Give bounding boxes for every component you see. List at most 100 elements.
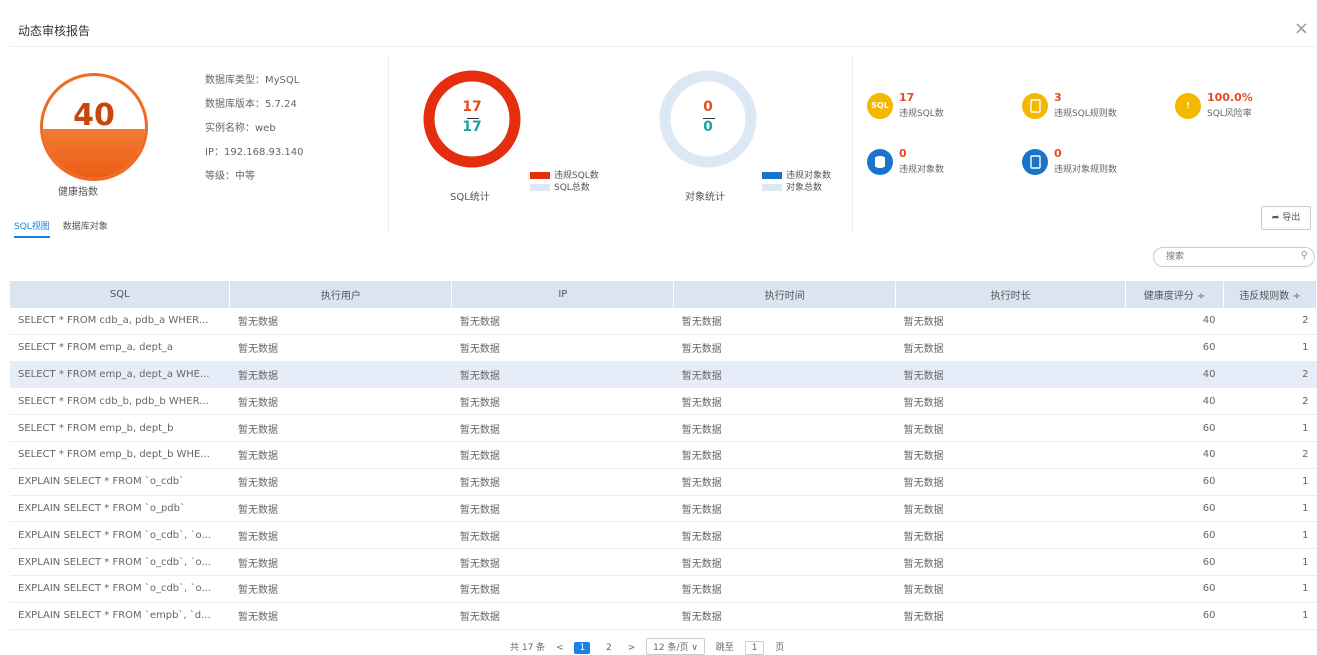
- cell-health-score: 40: [1125, 308, 1224, 335]
- cell-ip: 暂无数据: [451, 602, 674, 630]
- cell-sql: EXPLAIN SELECT * FROM `o_cdb`, `o...: [10, 521, 230, 550]
- table-row[interactable]: SELECT * FROM emp_b, dept_b WHE... 暂无数据 暂无…: [10, 441, 1317, 469]
- stat-value: 3: [1054, 91, 1062, 104]
- sql-violation-count: 17: [462, 99, 482, 115]
- cell-health-score: 40: [1125, 387, 1224, 416]
- legend-total-object: 对象总数: [786, 183, 823, 193]
- warning-icon: !: [1175, 93, 1201, 119]
- sql-legend: 违规SQL数 SQL总数: [530, 170, 599, 194]
- object-ring: 0 0: [658, 69, 758, 169]
- db-ip: IP：192.168.93.140: [205, 147, 304, 158]
- stat-violation-objects: 0 违规对象数: [867, 145, 1017, 185]
- cell-health-score: 60: [1125, 495, 1224, 523]
- health-score: 40: [73, 98, 115, 133]
- stat-label: 违规对象数: [899, 165, 945, 175]
- database-icon: [867, 149, 893, 175]
- cell-exec-time: 暂无数据: [673, 575, 896, 603]
- search-icon[interactable]: ⚲: [1301, 250, 1308, 261]
- stat-value: 17: [899, 91, 915, 104]
- health-label: 健康指数: [58, 187, 98, 198]
- table-row[interactable]: SELECT * FROM emp_a, dept_a 暂无数据 暂无数据 暂无数据暂…: [10, 334, 1317, 362]
- table-row[interactable]: EXPLAIN SELECT * FROM `o_cdb`, `o... 暂无数据…: [10, 548, 1317, 576]
- column-header-exec-time[interactable]: 执行时间: [673, 281, 897, 308]
- cell-sql: SELECT * FROM emp_b, dept_b: [10, 414, 230, 442]
- column-header-ip[interactable]: IP: [451, 281, 675, 308]
- page-2-button[interactable]: 2: [601, 642, 617, 654]
- db-level: 等级：中等: [205, 171, 255, 182]
- sql-ring-caption: SQL统计: [450, 192, 490, 203]
- audit-report-dialog: 动态审核报告 × 40 健康指数 数据库类型：MySQL 数据库版本：5.7.2…: [10, 10, 1317, 655]
- dialog-title: 动态审核报告: [18, 24, 91, 38]
- table-row[interactable]: SELECT * FROM cdb_b, pdb_b WHER... 暂无数据 暂无…: [10, 387, 1317, 416]
- cell-duration: 暂无数据: [895, 441, 1126, 469]
- cell-ip: 暂无数据: [451, 575, 674, 603]
- legend-swatch: [530, 172, 550, 179]
- cell-user: 暂无数据: [229, 495, 452, 523]
- tab-sql-view[interactable]: SQL视图: [14, 217, 50, 238]
- jump-page-input[interactable]: 1: [744, 641, 765, 655]
- total-count: 共 17 条: [510, 643, 546, 653]
- column-header-user[interactable]: 执行用户: [229, 281, 453, 308]
- cell-duration: 暂无数据: [895, 308, 1126, 335]
- health-wave: [43, 129, 145, 178]
- column-header-sql[interactable]: SQL: [10, 281, 231, 308]
- cell-health-score: 60: [1125, 521, 1224, 550]
- cell-duration: 暂无数据: [895, 495, 1126, 523]
- next-page-button[interactable]: >: [628, 643, 636, 653]
- table-row[interactable]: EXPLAIN SELECT * FROM `empb`, `d... 暂无数据暂…: [10, 602, 1317, 630]
- cell-ip: 暂无数据: [451, 414, 674, 442]
- cell-user: 暂无数据: [229, 361, 452, 389]
- cell-ip: 暂无数据: [451, 548, 674, 576]
- cell-violation-count: 2: [1223, 308, 1317, 335]
- cell-ip: 暂无数据: [451, 441, 674, 469]
- stat-violation-sql-rules: 3 违规SQL规则数: [1022, 89, 1172, 129]
- table-row[interactable]: EXPLAIN SELECT * FROM `o_cdb`, `o... 暂无数据…: [10, 575, 1317, 603]
- stat-violation-object-rules: 0 违规对象规则数: [1022, 145, 1172, 185]
- cell-user: 暂无数据: [229, 602, 452, 630]
- legend-total-sql: SQL总数: [554, 183, 590, 193]
- legend-swatch: [762, 184, 782, 191]
- column-header-health-score[interactable]: 健康度评分 ÷: [1125, 281, 1224, 308]
- jump-label: 跳至: [715, 643, 734, 653]
- cell-exec-time: 暂无数据: [673, 602, 896, 630]
- view-tabs: SQL视图 数据库对象: [14, 217, 118, 238]
- table-row[interactable]: EXPLAIN SELECT * FROM `o_pdb` 暂无数据 暂无数据 暂无数…: [10, 495, 1317, 523]
- search-input[interactable]: [1164, 248, 1288, 266]
- cell-sql: SELECT * FROM cdb_a, pdb_a WHER...: [10, 308, 230, 335]
- cell-violation-count: 1: [1223, 468, 1317, 496]
- cell-sql: EXPLAIN SELECT * FROM `o_cdb`: [10, 468, 230, 496]
- object-violation-count: 0: [703, 99, 713, 115]
- cell-user: 暂无数据: [229, 521, 452, 550]
- document-icon: [1022, 149, 1048, 175]
- close-icon[interactable]: ×: [1294, 18, 1309, 39]
- page-size-select[interactable]: 12 条/页 ∨: [646, 638, 705, 655]
- prev-page-button[interactable]: <: [556, 643, 564, 653]
- table-row[interactable]: EXPLAIN SELECT * FROM `o_cdb` 暂无数据 暂无数据 暂无数…: [10, 468, 1317, 496]
- stat-value: 0: [899, 147, 907, 160]
- table-row[interactable]: SELECT * FROM cdb_a, pdb_a WHER... 暂无数据 暂无…: [10, 308, 1317, 335]
- page-1-button[interactable]: 1: [574, 642, 591, 654]
- tab-db-objects[interactable]: 数据库对象: [63, 217, 108, 236]
- cell-sql: SELECT * FROM emp_a, dept_a WHE...: [10, 361, 230, 389]
- column-header-violation-count[interactable]: 违反规则数 ÷: [1223, 281, 1317, 308]
- export-button[interactable]: ➦ 导出: [1261, 206, 1311, 230]
- cell-violation-count: 1: [1223, 602, 1317, 630]
- summary-panel: 40 健康指数 数据库类型：MySQL 数据库版本：5.7.24 实例名称：we…: [10, 47, 1317, 243]
- cell-user: 暂无数据: [229, 441, 452, 469]
- table-row[interactable]: SELECT * FROM emp_b, dept_b 暂无数据 暂无数据 暂无数据暂…: [10, 414, 1317, 442]
- legend-swatch: [530, 184, 550, 191]
- table-header: SQL 执行用户 IP 执行时间 执行时长 健康度评分 ÷ 违反规则数 ÷: [10, 281, 1317, 308]
- cell-violation-count: 2: [1223, 361, 1317, 389]
- legend-swatch: [762, 172, 782, 179]
- cell-user: 暂无数据: [229, 468, 452, 496]
- cell-ip: 暂无数据: [451, 521, 674, 550]
- cell-violation-count: 1: [1223, 575, 1317, 603]
- column-header-duration[interactable]: 执行时长: [895, 281, 1127, 308]
- pagination: 共 17 条 < 1 2 > 12 条/页 ∨ 跳至 1 页: [510, 638, 792, 655]
- table-row[interactable]: SELECT * FROM emp_a, dept_a WHE... 暂无数据 暂无…: [10, 361, 1317, 389]
- cell-violation-count: 2: [1223, 441, 1317, 469]
- cell-exec-time: 暂无数据: [673, 414, 896, 442]
- table-row[interactable]: EXPLAIN SELECT * FROM `o_cdb`, `o... 暂无数据…: [10, 521, 1317, 550]
- cell-exec-time: 暂无数据: [673, 521, 896, 550]
- sql-icon: SQL: [867, 93, 893, 119]
